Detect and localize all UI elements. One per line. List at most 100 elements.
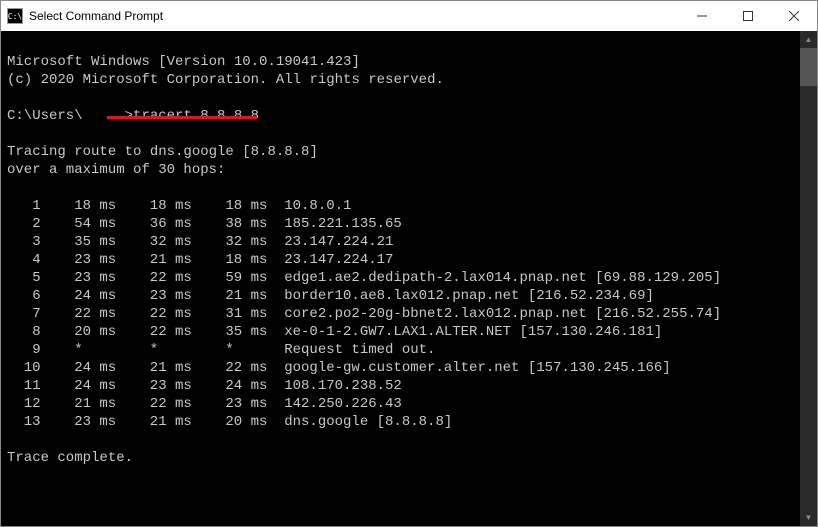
close-icon [789,11,799,21]
hop-time-2: 23 ms [116,377,192,395]
hop-number: 7 [7,305,41,323]
hop-row: 254 ms36 ms38 ms 185.221.135.65 [7,215,794,233]
hop-destination: 23.147.224.21 [284,233,393,251]
hop-time-2: * [116,341,192,359]
hop-destination: xe-0-1-2.GW7.LAX1.ALTER.NET [157.130.246… [284,323,662,341]
command-prompt-window: C:\ Select Command Prompt Microsoft Wind… [0,0,818,527]
hop-time-3: 38 ms [192,215,268,233]
hop-row: 523 ms22 ms59 ms edge1.ae2.dedipath-2.lax… [7,269,794,287]
hop-number: 13 [7,413,41,431]
hop-time-2: 36 ms [116,215,192,233]
scroll-up-button[interactable]: ▲ [800,31,817,48]
hop-time-2: 21 ms [116,413,192,431]
hop-time-3: 21 ms [192,287,268,305]
blank-line [7,179,794,197]
hop-number: 3 [7,233,41,251]
hop-destination: border10.ae8.lax012.pnap.net [216.52.234… [284,287,654,305]
scroll-down-button[interactable]: ▼ [800,509,817,526]
hop-number: 9 [7,341,41,359]
hop-destination: 10.8.0.1 [284,197,351,215]
prompt-prefix: C:\Users\ [7,108,83,124]
header-line-1: Microsoft Windows [Version 10.0.19041.42… [7,54,360,70]
terminal-area: Microsoft Windows [Version 10.0.19041.42… [1,31,817,526]
hop-time-3: * [192,341,268,359]
hop-number: 5 [7,269,41,287]
hop-destination: Request timed out. [284,341,435,359]
hop-number: 4 [7,251,41,269]
hop-number: 11 [7,377,41,395]
hop-destination: 185.221.135.65 [284,215,402,233]
hop-row: 118 ms18 ms18 ms10.8.0.1 [7,197,794,215]
trace-complete: Trace complete. [7,450,133,466]
hop-row: 1221 ms22 ms23 ms 142.250.226.43 [7,395,794,413]
hop-time-2: 22 ms [116,305,192,323]
hop-number: 12 [7,395,41,413]
hop-destination: core2.po2-20g-bbnet2.lax012.pnap.net [21… [284,305,721,323]
hop-time-1: * [41,341,117,359]
hop-time-2: 23 ms [116,287,192,305]
vertical-scrollbar[interactable]: ▲ ▼ [800,31,817,526]
terminal-output[interactable]: Microsoft Windows [Version 10.0.19041.42… [1,31,800,526]
hop-destination: google-gw.customer.alter.net [157.130.24… [284,359,670,377]
hop-row: 335 ms32 ms32 ms23.147.224.21 [7,233,794,251]
hop-time-1: 24 ms [41,359,117,377]
hop-time-1: 21 ms [41,395,117,413]
scroll-thumb[interactable] [800,48,817,86]
hop-destination: dns.google [8.8.8.8] [284,413,452,431]
hop-time-1: 18 ms [41,197,117,215]
tracing-line-1: Tracing route to dns.google [8.8.8.8] [7,144,318,160]
hop-row: 1323 ms21 ms20 ms dns.google [8.8.8.8] [7,413,794,431]
hop-time-1: 24 ms [41,377,117,395]
maximize-button[interactable] [725,1,771,31]
hop-time-1: 54 ms [41,215,117,233]
hop-row: 820 ms22 ms35 ms xe-0-1-2.GW7.LAX1.ALTER.… [7,323,794,341]
hop-time-3: 20 ms [192,413,268,431]
hop-time-1: 20 ms [41,323,117,341]
hop-number: 1 [7,197,41,215]
hop-time-3: 18 ms [192,197,268,215]
command-underline-annotation [107,116,257,119]
minimize-button[interactable] [679,1,725,31]
hop-destination: edge1.ae2.dedipath-2.lax014.pnap.net [69… [284,269,721,287]
minimize-icon [697,11,707,21]
blank-line [7,89,794,107]
cmd-icon: C:\ [7,8,23,24]
hop-number: 6 [7,287,41,305]
hop-destination: 108.170.238.52 [284,377,402,395]
hop-time-3: 35 ms [192,323,268,341]
hop-time-2: 21 ms [116,251,192,269]
hop-number: 10 [7,359,41,377]
hop-time-1: 35 ms [41,233,117,251]
hop-time-3: 18 ms [192,251,268,269]
header-line-2: (c) 2020 Microsoft Corporation. All righ… [7,72,444,88]
hop-time-3: 31 ms [192,305,268,323]
hop-number: 2 [7,215,41,233]
hop-number: 8 [7,323,41,341]
hop-time-3: 24 ms [192,377,268,395]
hop-row: 1124 ms23 ms24 ms108.170.238.52 [7,377,794,395]
hop-time-1: 24 ms [41,287,117,305]
hop-time-2: 21 ms [116,359,192,377]
hop-time-3: 32 ms [192,233,268,251]
hop-time-1: 22 ms [41,305,117,323]
hop-time-3: 22 ms [192,359,268,377]
hop-row: 1024 ms21 ms22 ms google-gw.customer.alte… [7,359,794,377]
blank-line [7,431,794,449]
hop-time-3: 59 ms [192,269,268,287]
hop-time-1: 23 ms [41,269,117,287]
hop-time-2: 22 ms [116,395,192,413]
titlebar[interactable]: C:\ Select Command Prompt [1,1,817,31]
hop-time-2: 22 ms [116,269,192,287]
close-button[interactable] [771,1,817,31]
hop-row: 722 ms22 ms31 mscore2.po2-20g-bbnet2.lax… [7,305,794,323]
hop-time-2: 22 ms [116,323,192,341]
hop-row: 624 ms23 ms21 ms border10.ae8.lax012.pnap… [7,287,794,305]
hop-time-1: 23 ms [41,251,117,269]
hop-time-1: 23 ms [41,413,117,431]
maximize-icon [743,11,753,21]
cmd-icon-text: C:\ [8,12,22,21]
hop-time-3: 23 ms [192,395,268,413]
blank-line [7,125,794,143]
hop-destination: 142.250.226.43 [284,395,402,413]
hop-row: 9* * * Request timed out. [7,341,794,359]
